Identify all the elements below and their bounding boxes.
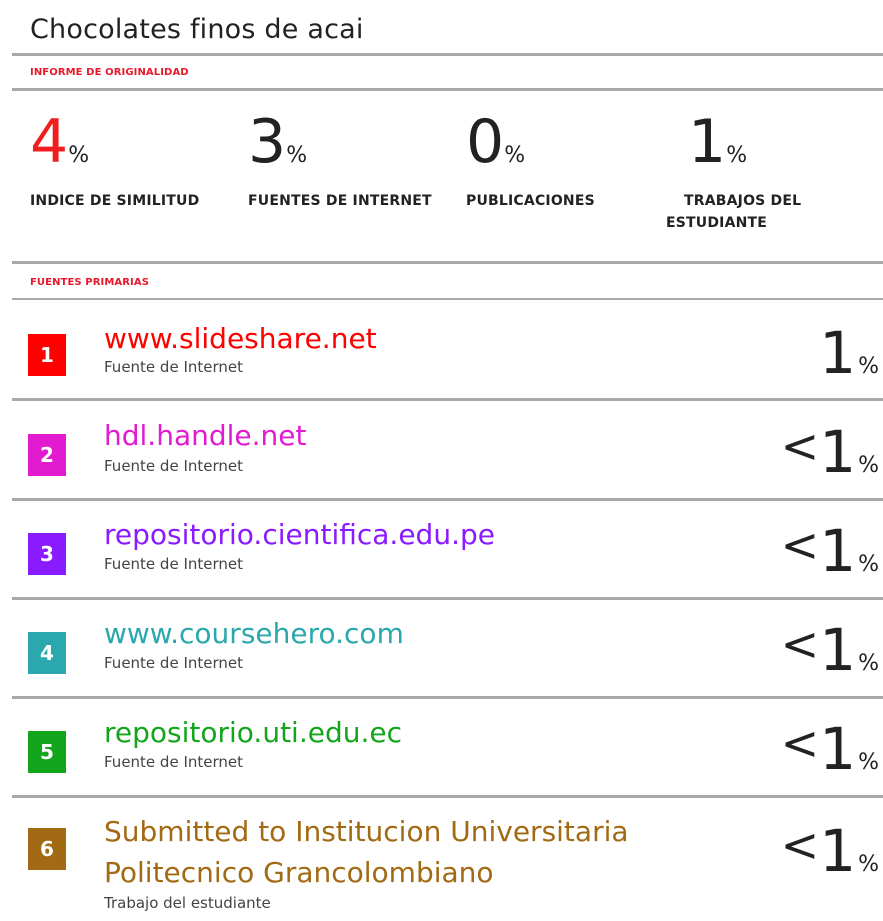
source-percentage: <1% — [781, 617, 879, 679]
percent-unit: % — [858, 552, 879, 577]
less-than: < — [780, 419, 820, 473]
stat-similarity: 4% — [30, 112, 89, 172]
rank-badge: 2 — [28, 434, 66, 476]
rank-badge: 6 — [28, 828, 66, 870]
sources-section-label: FUENTES PRIMARIAS — [30, 277, 149, 288]
stat-label: PUBLICACIONES — [466, 193, 595, 209]
rank-badge: 3 — [28, 533, 66, 575]
stat-label: FUENTES DE INTERNET — [248, 193, 432, 209]
stat-unit: % — [286, 143, 308, 168]
source-item: 4 www.coursehero.com Fuente de Internet … — [0, 600, 883, 696]
stat-publications: 0% — [466, 112, 525, 172]
percent-unit: % — [858, 453, 879, 478]
percent-value: 1 — [819, 817, 857, 885]
source-percentage: <1% — [781, 518, 879, 580]
source-item: 3 repositorio.cientifica.edu.pe Fuente d… — [0, 501, 883, 597]
stat-label-line1: TRABAJOS DEL — [684, 193, 802, 209]
source-name[interactable]: repositorio.uti.edu.ec — [104, 713, 402, 753]
percent-unit: % — [858, 852, 879, 877]
source-type: Fuente de Internet — [104, 753, 244, 771]
less-than: < — [780, 818, 820, 872]
source-item: 2 hdl.handle.net Fuente de Internet <1% — [0, 401, 883, 498]
stat-value: 3 — [248, 107, 287, 177]
percent-value: 1 — [819, 715, 857, 783]
percent-value: 1 — [819, 319, 857, 387]
stat-unit: % — [504, 143, 526, 168]
percent-unit: % — [858, 651, 879, 676]
stat-value: 4 — [30, 107, 69, 177]
source-type: Fuente de Internet — [104, 358, 244, 376]
stat-unit: % — [68, 143, 90, 168]
source-percentage: <1% — [781, 716, 879, 778]
divider — [12, 88, 883, 91]
source-name[interactable]: www.slideshare.net — [104, 319, 377, 359]
rank-badge: 4 — [28, 632, 66, 674]
percent-unit: % — [858, 354, 879, 379]
report-section-label: INFORME DE ORIGINALIDAD — [30, 67, 189, 78]
source-type: Fuente de Internet — [104, 457, 244, 475]
percent-value: 1 — [819, 616, 857, 684]
stat-internet: 3% — [248, 112, 307, 172]
source-name[interactable]: www.coursehero.com — [104, 614, 404, 654]
source-type: Fuente de Internet — [104, 555, 244, 573]
divider — [12, 261, 883, 264]
rank-badge: 1 — [28, 334, 66, 376]
source-type: Fuente de Internet — [104, 654, 244, 672]
rank-badge: 5 — [28, 731, 66, 773]
source-type: Trabajo del estudiante — [104, 894, 271, 912]
stat-value: 1 — [688, 107, 727, 177]
source-percentage: <1% — [781, 419, 879, 481]
stat-unit: % — [726, 143, 748, 168]
source-name[interactable]: hdl.handle.net — [104, 416, 306, 456]
source-name[interactable]: repositorio.cientifica.edu.pe — [104, 515, 495, 555]
percent-value: 1 — [819, 418, 857, 486]
divider — [12, 53, 883, 56]
percent-value: 1 — [819, 517, 857, 585]
less-than: < — [780, 518, 820, 572]
source-name-line1[interactable]: Submitted to Institucion Universitaria — [104, 812, 629, 852]
source-item: 5 repositorio.uti.edu.ec Fuente de Inter… — [0, 699, 883, 795]
source-percentage: 1% — [819, 320, 879, 382]
stat-label-line2: ESTUDIANTE — [666, 215, 768, 231]
stat-label: INDICE DE SIMILITUD — [30, 193, 200, 209]
source-item: 1 www.slideshare.net Fuente de Internet … — [0, 300, 883, 398]
source-item: 6 Submitted to Institucion Universitaria… — [0, 798, 883, 921]
source-percentage: <1% — [781, 818, 879, 880]
stat-student-work: 1% — [688, 112, 747, 172]
less-than: < — [780, 716, 820, 770]
source-name-line2[interactable]: Politecnico Grancolombiano — [104, 853, 494, 893]
report-title: Chocolates finos de acai — [30, 14, 364, 45]
less-than: < — [780, 617, 820, 671]
stat-value: 0 — [466, 107, 505, 177]
percent-unit: % — [858, 750, 879, 775]
